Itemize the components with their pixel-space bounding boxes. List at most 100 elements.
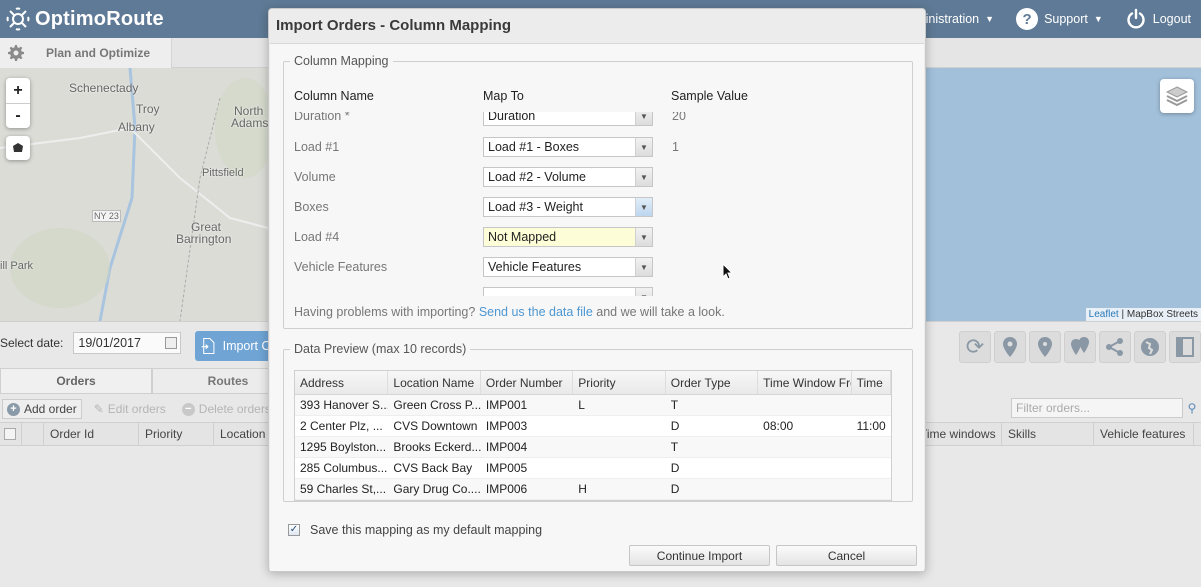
plan-and-optimize-label: Plan and Optimize bbox=[46, 46, 151, 60]
preview-cell: 11:00 bbox=[856, 419, 886, 433]
preview-column-header: Order Type bbox=[666, 371, 759, 394]
edit-orders-button[interactable]: ✎ Edit orders bbox=[90, 399, 170, 419]
filter-orders: Filter orders... ⚲ bbox=[1011, 398, 1201, 418]
preview-cell bbox=[758, 458, 851, 478]
mapping-row: Duration * Duration ▼ 20 bbox=[294, 112, 902, 126]
select-all-checkbox[interactable] bbox=[4, 428, 16, 440]
data-preview-legend: Data Preview (max 10 records) bbox=[294, 342, 467, 356]
preview-cell bbox=[573, 458, 665, 478]
date-value: 19/01/2017 bbox=[78, 336, 141, 350]
column-header-priority[interactable]: Priority bbox=[139, 423, 214, 445]
tab-orders[interactable]: Orders bbox=[0, 368, 152, 394]
preview-cell: T bbox=[670, 398, 679, 412]
polygon-icon bbox=[13, 143, 23, 152]
preview-cell: IMP004 bbox=[485, 440, 528, 454]
cancel-button[interactable]: Cancel bbox=[776, 545, 917, 566]
map-attribution: Leaflet | MapBox Streets bbox=[1085, 308, 1201, 321]
layers-icon bbox=[1165, 86, 1189, 107]
mapping-row: Load #1 Load #1 - Boxes ▼ 1 bbox=[294, 132, 902, 162]
column-mapping-section: Column Mapping Column Name Map To Sample… bbox=[283, 54, 913, 329]
continue-import-button[interactable]: Continue Import bbox=[629, 545, 770, 566]
preview-column-header: Order Number bbox=[481, 371, 574, 394]
share-icon bbox=[1106, 338, 1123, 356]
data-preview-table[interactable]: Address Location Name Order Number Prior… bbox=[294, 370, 892, 501]
optimoroute-logo-icon bbox=[6, 7, 30, 31]
multi-marker-icon bbox=[1071, 337, 1089, 355]
sample-value-header: Sample Value bbox=[671, 89, 748, 103]
chevron-down-icon: ▼ bbox=[635, 228, 652, 246]
map-to-select[interactable]: Load #2 - Volume ▼ bbox=[483, 167, 653, 187]
mapping-row: Volume Load #2 - Volume ▼ bbox=[294, 162, 902, 192]
map-to-select[interactable]: Vehicle Features ▼ bbox=[483, 257, 653, 277]
select-date-label: Select date: bbox=[0, 336, 64, 350]
import-file-icon bbox=[201, 338, 215, 354]
map-view-right[interactable]: Leaflet | MapBox Streets bbox=[926, 68, 1201, 321]
mapping-row: Load #4 Not Mapped ▼ bbox=[294, 222, 902, 252]
chevron-down-icon: ▼ bbox=[635, 258, 652, 276]
filter-orders-input[interactable]: Filter orders... bbox=[1011, 398, 1183, 418]
preview-cell bbox=[573, 437, 665, 457]
map-view[interactable]: Schenectady Troy Albany North Adams Pitt… bbox=[0, 68, 268, 321]
support-menu[interactable]: ? Support ▼ bbox=[1016, 8, 1103, 30]
preview-cell: H bbox=[578, 482, 587, 496]
preview-row: 2 Center Plz, ... CVS Downtown IMP003 D 08:0… bbox=[295, 416, 891, 437]
column-header-time-windows[interactable]: Time windows bbox=[914, 423, 1002, 445]
map-to-select[interactable]: Duration ▼ bbox=[483, 112, 653, 126]
save-default-checkbox[interactable]: ✓ bbox=[288, 524, 300, 536]
mapping-row: Boxes Load #3 - Weight ▼ bbox=[294, 192, 902, 222]
depot-marker-button[interactable] bbox=[994, 331, 1026, 363]
mapping-list[interactable]: Duration * Duration ▼ 20 Load #1 Load #1 … bbox=[294, 112, 902, 296]
map-label: Pittsfield bbox=[202, 167, 244, 179]
map-to-select[interactable]: Load #1 - Boxes ▼ bbox=[483, 137, 653, 157]
selected-value: Load #1 - Boxes bbox=[488, 140, 580, 154]
delete-orders-button[interactable]: − Delete orders bbox=[178, 399, 275, 419]
column-header-skills[interactable]: Skills bbox=[1002, 423, 1094, 445]
zoom-in-button[interactable]: + bbox=[6, 78, 30, 103]
leaflet-link[interactable]: Leaflet bbox=[1089, 309, 1119, 320]
import-orders-button[interactable]: Import Orders bbox=[195, 331, 275, 361]
map-to-select[interactable]: ▼ bbox=[483, 287, 653, 296]
calendar-icon[interactable] bbox=[165, 337, 178, 349]
marker-button[interactable] bbox=[1029, 331, 1061, 363]
map-to-select[interactable]: Load #3 - Weight ▼ bbox=[483, 197, 653, 217]
preview-row: 59 Charles St,... Gary Drug Co.... IMP006 H… bbox=[295, 479, 891, 500]
tab-plan-and-optimize[interactable]: Plan and Optimize bbox=[0, 38, 172, 68]
caret-down-icon: ▼ bbox=[985, 14, 995, 24]
logout-label: Logout bbox=[1152, 12, 1191, 26]
map-label: ill Park bbox=[0, 260, 34, 272]
map-to-select[interactable]: Not Mapped ▼ bbox=[483, 227, 653, 247]
selected-value: Vehicle Features bbox=[488, 260, 582, 274]
chevron-down-icon: ▼ bbox=[635, 288, 652, 296]
chevron-down-icon: ▼ bbox=[635, 138, 652, 156]
preview-cell: IMP006 bbox=[485, 482, 528, 496]
draw-polygon-button[interactable] bbox=[6, 136, 30, 160]
column-name: Boxes bbox=[294, 200, 329, 214]
column-header-order-id[interactable]: Order Id bbox=[44, 423, 139, 445]
zoom-out-button[interactable]: - bbox=[6, 103, 30, 128]
mapping-row-partial: ▼ bbox=[294, 282, 902, 296]
preview-cell: 59 Charles St,... bbox=[300, 482, 387, 496]
send-data-file-link[interactable]: Send us the data file bbox=[479, 305, 593, 319]
globe-button[interactable] bbox=[1134, 331, 1166, 363]
panel-icon bbox=[1176, 337, 1194, 357]
marker-star-icon bbox=[1003, 337, 1017, 357]
app-logo[interactable]: OptimoRoute bbox=[5, 6, 164, 32]
column-header-vehicle-features[interactable]: Vehicle features bbox=[1094, 423, 1194, 445]
share-button[interactable] bbox=[1099, 331, 1131, 363]
plus-circle-icon: + bbox=[7, 402, 20, 416]
chevron-down-icon: ▼ bbox=[635, 168, 652, 186]
map-roads bbox=[0, 68, 268, 321]
search-icon[interactable]: ⚲ bbox=[1183, 398, 1201, 418]
multi-marker-button[interactable] bbox=[1064, 331, 1096, 363]
logout-button[interactable]: Logout bbox=[1125, 8, 1191, 30]
add-order-button[interactable]: + Add order bbox=[2, 399, 82, 419]
panel-toggle-button[interactable] bbox=[1169, 331, 1201, 363]
import-help-text: Having problems with importing? Send us … bbox=[294, 305, 725, 319]
selected-value: Not Mapped bbox=[488, 230, 557, 244]
refresh-button[interactable]: ⟳ bbox=[959, 331, 991, 363]
gear-icon[interactable] bbox=[8, 45, 24, 61]
support-label: Support bbox=[1044, 12, 1088, 26]
preview-cell: 1295 Boylston... bbox=[300, 440, 387, 454]
date-input[interactable]: 19/01/2017 bbox=[73, 332, 182, 354]
layers-button[interactable] bbox=[1160, 79, 1194, 113]
